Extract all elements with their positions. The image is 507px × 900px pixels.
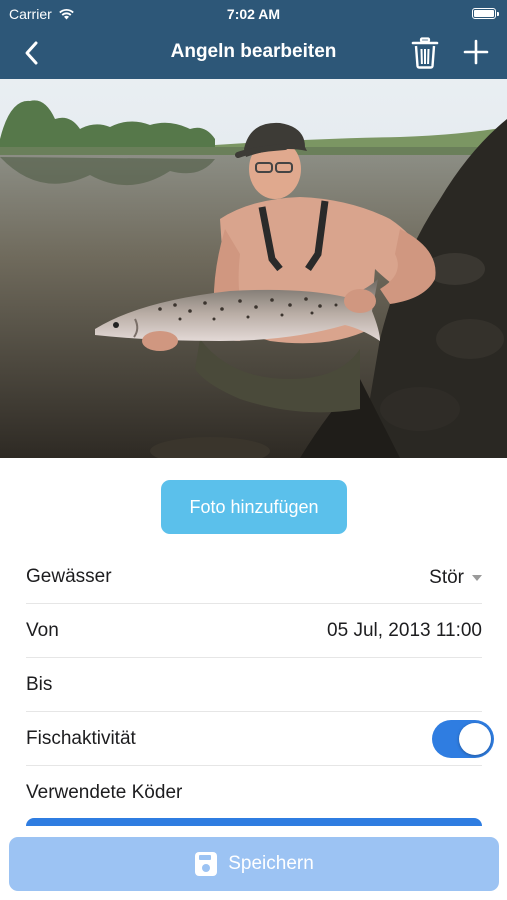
from-label: Von [26, 620, 59, 641]
from-value[interactable]: 05 Jul, 2013 11:00 [327, 620, 482, 642]
status-bar: Carrier 7:02 AM [0, 0, 507, 28]
save-icon [195, 852, 218, 876]
water-label: Gewässer [26, 566, 112, 587]
catch-photo [0, 79, 507, 458]
trash-icon [411, 37, 439, 69]
battery-icon [472, 8, 499, 19]
navigation-bar: Angeln bearbeiten [0, 28, 507, 79]
to-label: Bis [26, 674, 53, 695]
add-button[interactable] [462, 38, 490, 66]
fish-activity-row: Fischaktivität [26, 712, 494, 766]
bait-row: Verwendete Köder [26, 766, 482, 820]
toggle-knob [459, 723, 491, 755]
status-time: 7:02 AM [226, 6, 281, 22]
fish-activity-label: Fischaktivität [26, 728, 136, 749]
fish-activity-toggle[interactable] [432, 720, 494, 758]
caret-down-icon [472, 575, 482, 581]
delete-button[interactable] [411, 37, 439, 69]
add-photo-button[interactable]: Foto hinzufügen [161, 480, 347, 534]
bait-label: Verwendete Köder [26, 782, 183, 803]
save-label: Speichern [228, 853, 314, 874]
from-row[interactable]: Von 05 Jul, 2013 11:00 [26, 604, 482, 658]
water-value: Stör [429, 567, 464, 588]
water-row: Gewässer Stör [26, 550, 482, 604]
plus-icon [463, 39, 489, 65]
catch-photo-illustration [0, 79, 507, 458]
top-bar: Carrier 7:02 AM Angeln bearbeiten [0, 0, 507, 79]
save-button[interactable]: Speichern [9, 837, 499, 891]
to-row[interactable]: Bis [26, 658, 482, 712]
water-select[interactable]: Stör [429, 564, 482, 592]
add-photo-label: Foto hinzufügen [189, 496, 319, 517]
